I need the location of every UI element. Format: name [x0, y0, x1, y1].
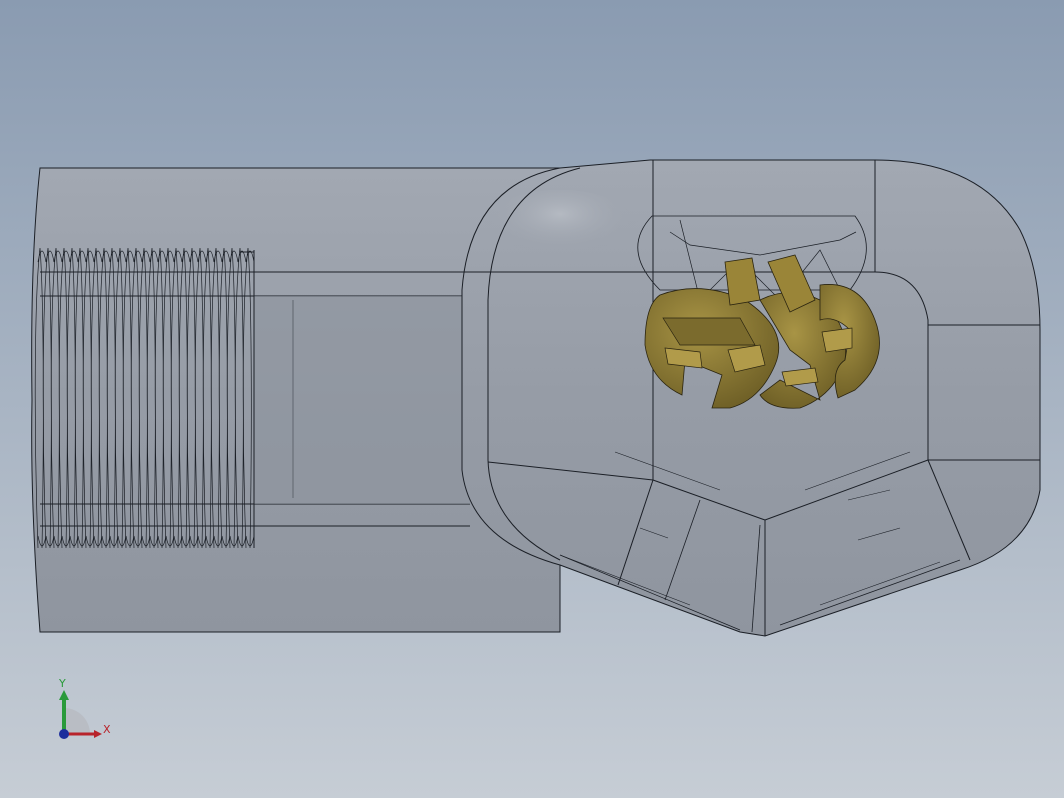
triad-plane-quarter [64, 708, 90, 734]
bore-face [254, 296, 470, 504]
graphics-viewport[interactable]: Y X [0, 0, 1064, 798]
cam-slot [821, 327, 853, 353]
x-axis-arrowhead [94, 730, 102, 738]
y-axis-arrowhead [59, 690, 69, 700]
surface-highlight [480, 190, 640, 270]
model-view[interactable] [0, 0, 1064, 798]
z-axis-dot [59, 729, 69, 739]
y-axis-label: Y [59, 677, 66, 690]
coordinate-triad: Y X [48, 676, 118, 746]
x-axis-label: X [103, 723, 111, 736]
